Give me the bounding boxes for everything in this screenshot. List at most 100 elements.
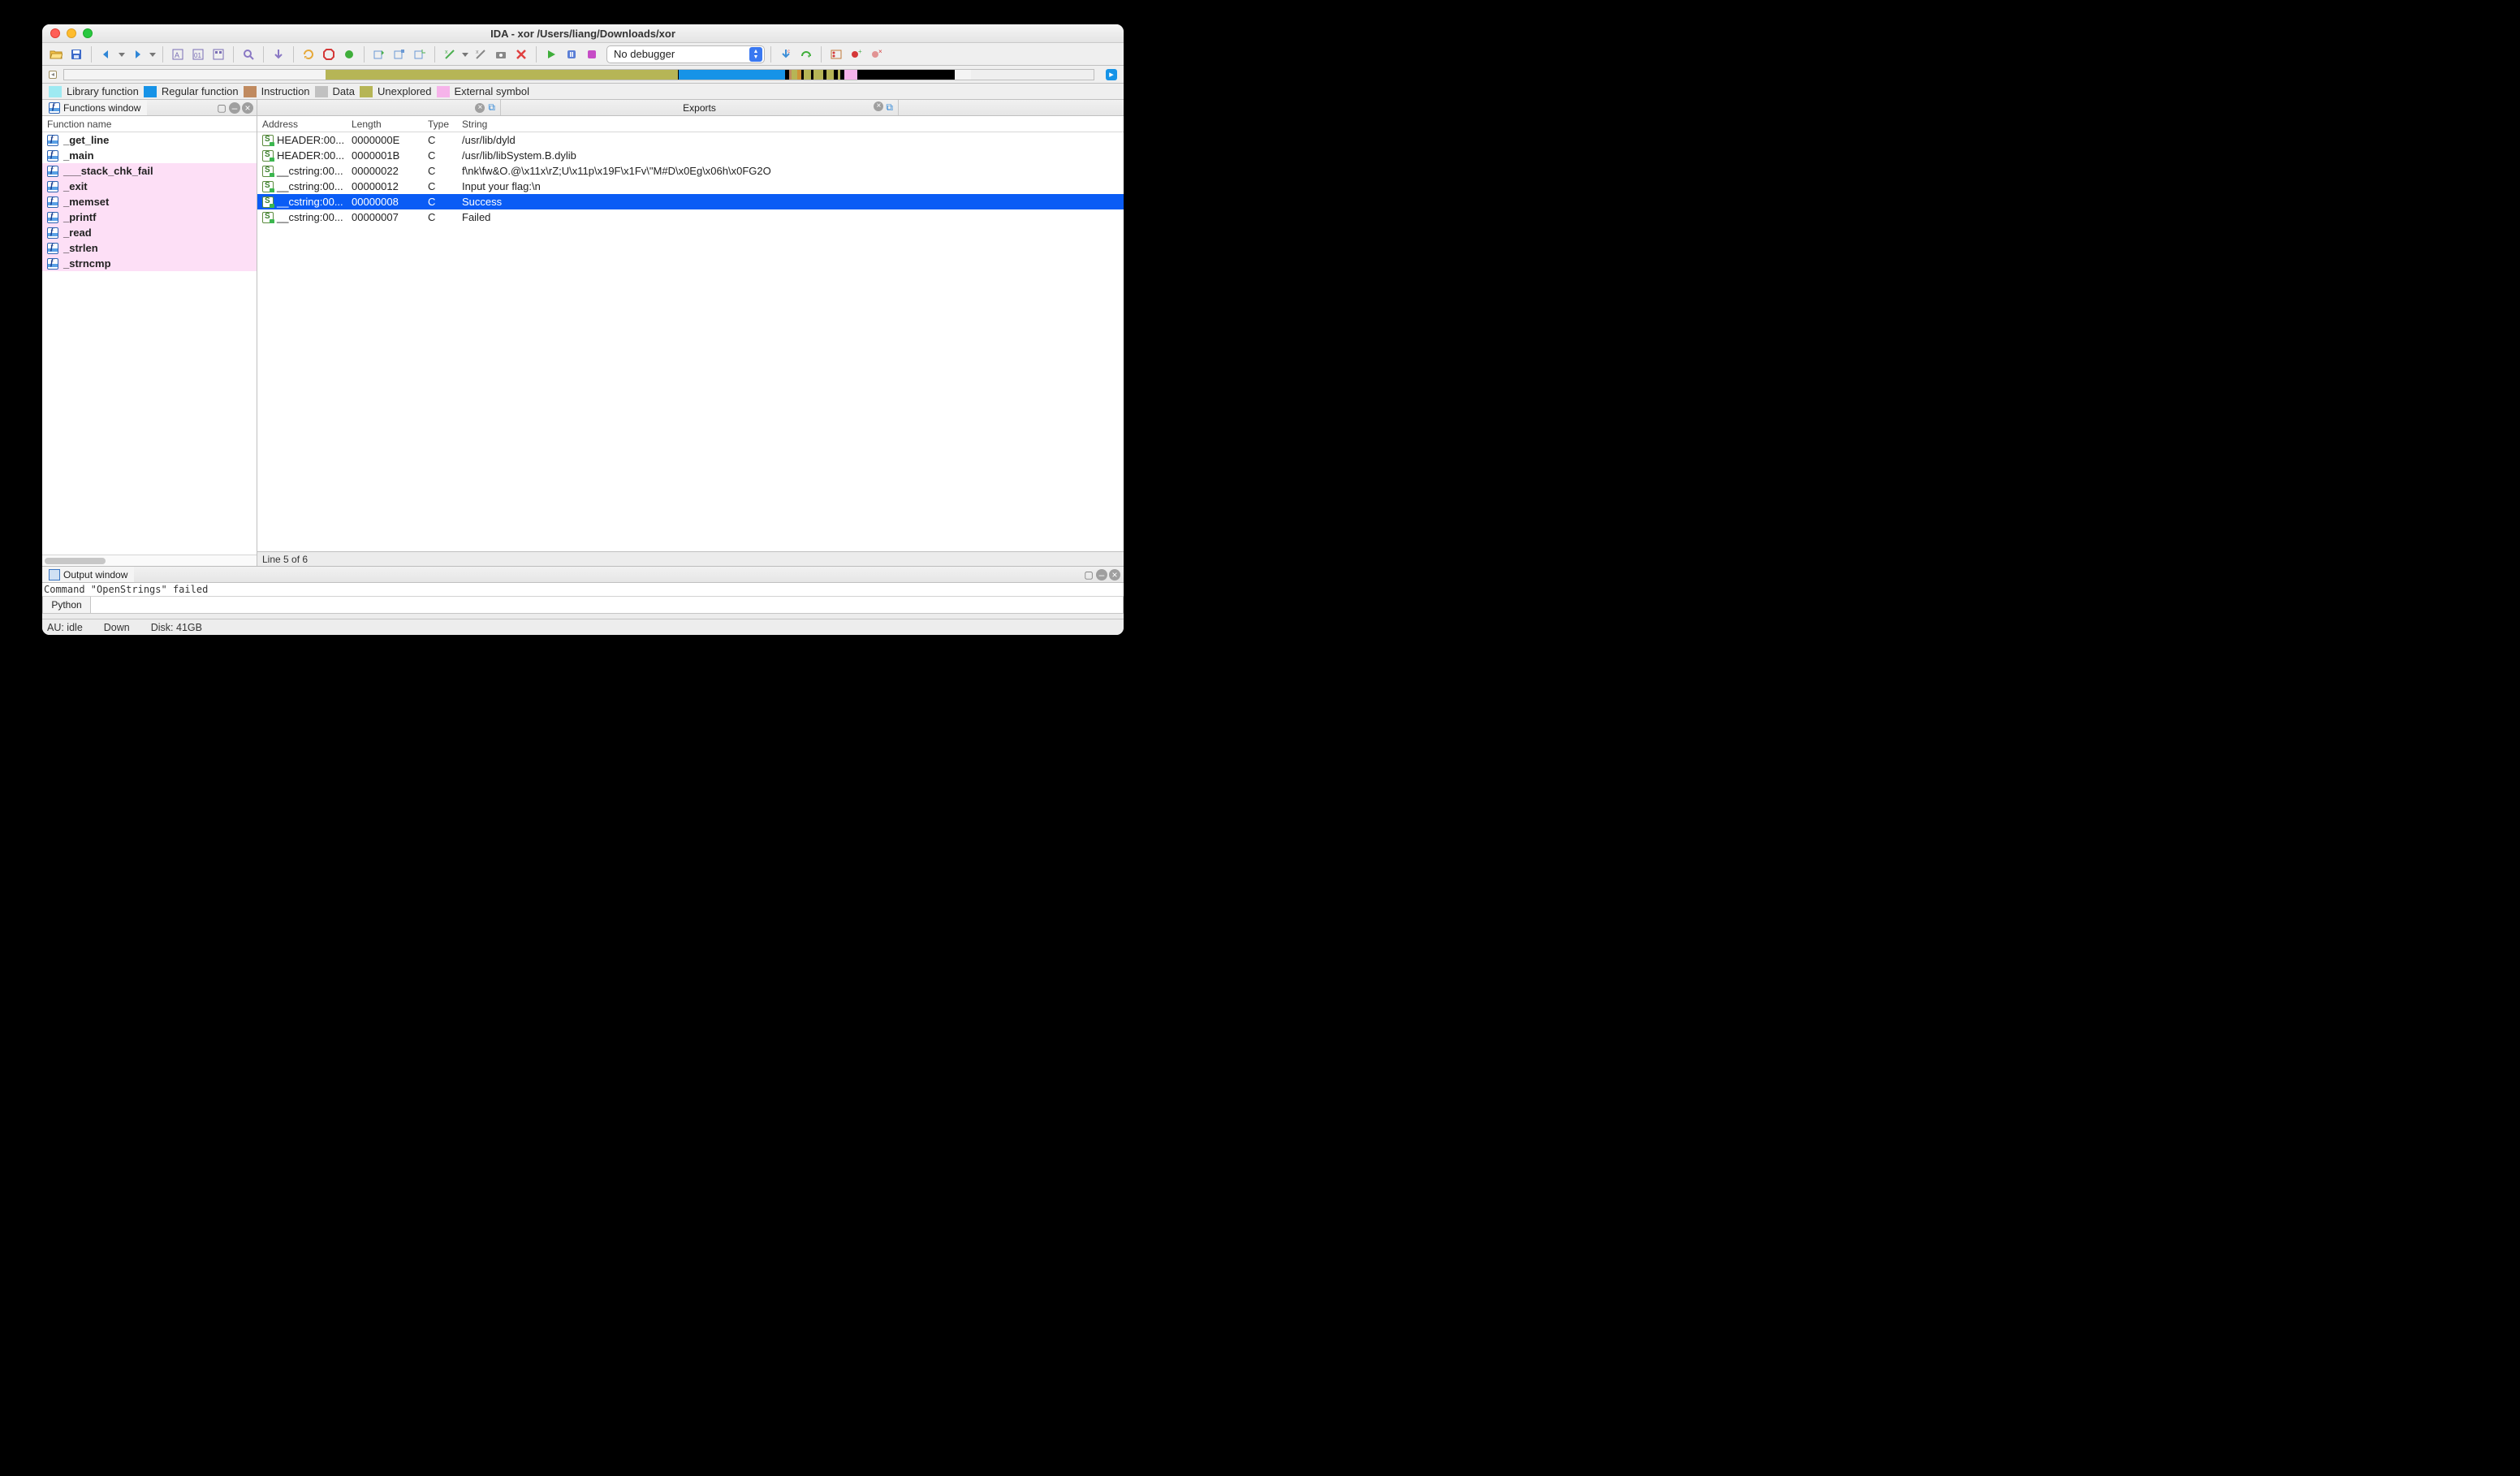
svg-text:A: A [175,51,179,59]
segment[interactable] [326,70,678,80]
segment[interactable] [955,70,971,80]
close-tab-icon[interactable]: × [475,103,485,113]
function-row[interactable]: _get_line [42,132,257,148]
bullet-icon[interactable] [340,45,358,63]
function-icon [47,196,58,208]
step-over-icon[interactable] [797,45,815,63]
xref-add-icon[interactable]: x [441,45,459,63]
function-row[interactable]: _main [42,148,257,163]
hex-view-icon[interactable]: 01 [189,45,207,63]
tab-exports-label: Exports [683,102,716,114]
refresh-icon[interactable] [300,45,317,63]
debugger-select[interactable]: No debugger ▲▼ [606,45,765,63]
string-row[interactable]: HEADER:00...0000000EC/usr/lib/dyld [257,132,1124,148]
segment[interactable] [826,70,834,80]
nav-back-menu[interactable] [118,45,126,63]
output-title: Output window [63,569,127,580]
run-icon[interactable] [542,45,560,63]
segment[interactable] [844,70,857,80]
open-button[interactable] [47,45,65,63]
expand-tab-icon[interactable]: ⧉ [886,101,893,114]
output-log[interactable]: Command "OpenStrings" failed [42,583,1124,596]
close-tab-icon[interactable]: × [874,101,883,111]
lib-btn-2[interactable] [391,45,408,63]
tab-strings[interactable]: × ⧉ [257,100,501,115]
segment[interactable] [804,70,811,80]
bp-add-icon[interactable]: + [848,45,865,63]
functions-tab[interactable]: Functions window [42,100,147,115]
output-controls: ▢ – × [1083,569,1124,580]
nav-fwd-menu[interactable] [149,45,157,63]
function-row[interactable]: _memset [42,194,257,209]
column-header[interactable]: Address [257,116,347,132]
function-row[interactable]: _printf [42,209,257,225]
snapshot-icon[interactable] [492,45,510,63]
text-view-icon[interactable]: A [169,45,187,63]
column-header[interactable]: Length [347,116,423,132]
segment[interactable] [857,70,955,80]
save-button[interactable] [67,45,85,63]
segment[interactable] [64,70,326,80]
segment-overview[interactable] [63,69,1094,80]
column-header[interactable]: Type [423,116,457,132]
functions-header-label: Function name [47,119,111,130]
detach-icon[interactable]: ▢ [1083,569,1094,580]
strings-table[interactable]: HEADER:00...0000000EC/usr/lib/dyldHEADER… [257,132,1124,551]
minimize-icon[interactable] [67,28,76,38]
function-row[interactable]: _strlen [42,240,257,256]
bp-del-icon[interactable]: × [868,45,886,63]
pause-icon[interactable] [563,45,580,63]
close-pane-icon[interactable]: × [1109,569,1120,580]
breakpoints-icon[interactable] [827,45,845,63]
close-pane-icon[interactable]: × [242,102,253,114]
column-header[interactable]: String [457,116,1124,132]
stop-sign-icon[interactable] [320,45,338,63]
delete-icon[interactable] [512,45,530,63]
minimize-pane-icon[interactable]: – [229,102,240,114]
expand-tab-icon[interactable]: ⧉ [488,101,495,114]
nav-back-button[interactable] [97,45,115,63]
step-into-icon[interactable]: c [777,45,795,63]
function-icon [47,243,58,254]
strings-header[interactable]: AddressLengthTypeString [257,116,1124,132]
function-row[interactable]: _exit [42,179,257,194]
function-icon [47,135,58,146]
legend-swatch [360,86,373,97]
xref-menu[interactable] [461,45,469,63]
function-row[interactable]: _strncmp [42,256,257,271]
segment[interactable] [679,70,785,80]
string-row[interactable]: HEADER:00...0000001BC/usr/lib/libSystem.… [257,148,1124,163]
struct-view-icon[interactable] [209,45,227,63]
python-input[interactable] [91,597,1124,614]
nav-left-icon[interactable]: ◂ [49,71,57,79]
lib-btn-1[interactable] [370,45,388,63]
minimize-pane-icon[interactable]: – [1096,569,1107,580]
function-row[interactable]: _read [42,225,257,240]
functions-header[interactable]: Function name [42,116,257,132]
down-arrow-icon[interactable] [270,45,287,63]
zoom-icon[interactable] [83,28,93,38]
main-toolbar: A 01 x x No debugger ▲▼ c + [42,43,1124,66]
tab-exports[interactable]: Exports × ⧉ [501,100,899,115]
functions-list[interactable]: _get_line_main___stack_chk_fail_exit_mem… [42,132,257,555]
function-icon [47,150,58,162]
lib-btn-3[interactable] [411,45,429,63]
legend-label: Regular function [162,85,239,97]
nav-fwd-button[interactable] [128,45,146,63]
xref-del-icon[interactable]: x [472,45,490,63]
terminate-icon[interactable] [583,45,601,63]
python-label[interactable]: Python [42,597,91,614]
detach-icon[interactable]: ▢ [216,102,227,114]
output-tab[interactable]: Output window [42,567,134,582]
string-row[interactable]: __cstring:00...00000012CInput your flag:… [257,179,1124,194]
string-row[interactable]: __cstring:00...00000022Cf\nk\fw&O.@\x11x… [257,163,1124,179]
string-row[interactable]: __cstring:00...00000008CSuccess [257,194,1124,209]
function-row[interactable]: ___stack_chk_fail [42,163,257,179]
search-icon[interactable] [239,45,257,63]
close-icon[interactable] [50,28,60,38]
segment[interactable] [792,70,797,80]
nav-right-icon[interactable]: ▸ [1106,69,1117,80]
h-scrollbar[interactable] [42,555,257,566]
segment[interactable] [813,70,823,80]
string-row[interactable]: __cstring:00...00000007CFailed [257,209,1124,225]
